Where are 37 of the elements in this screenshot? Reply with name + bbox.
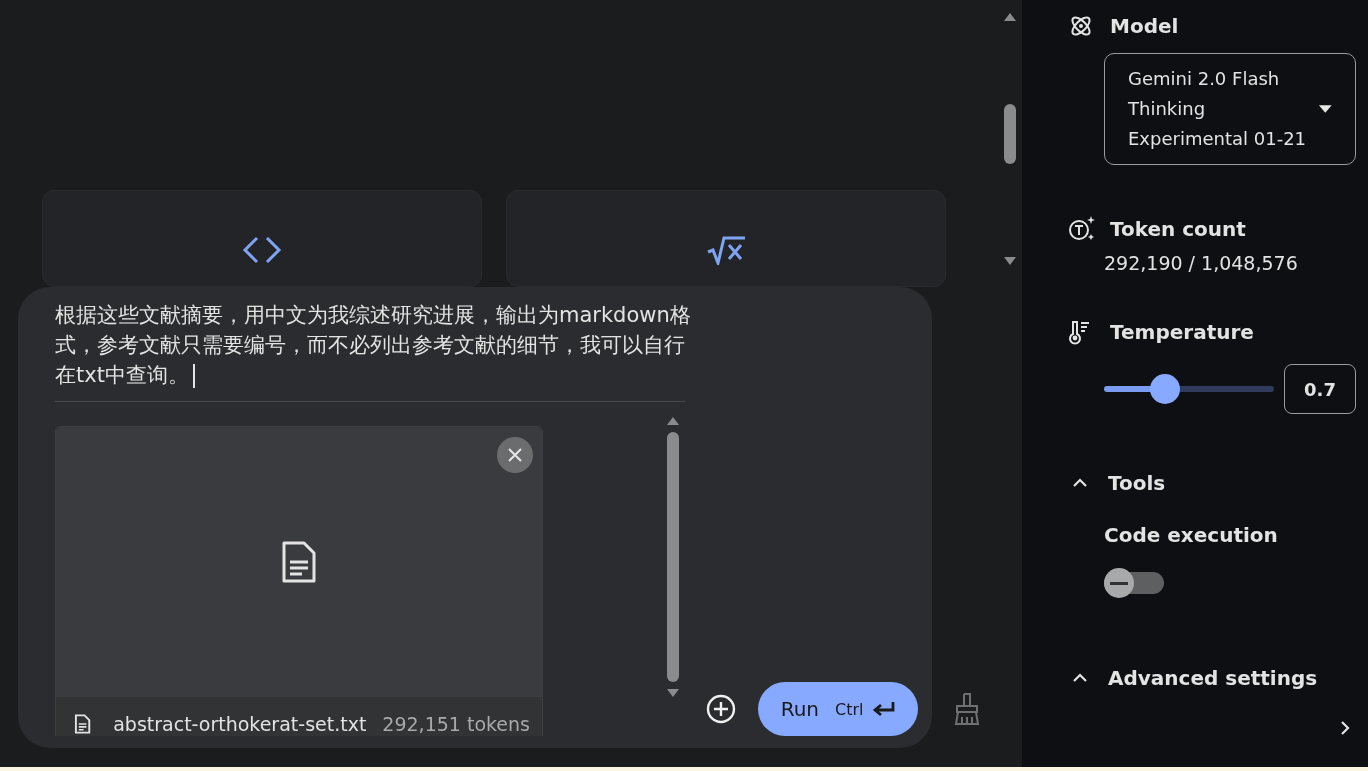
token-count: 292,151 tokens xyxy=(382,713,530,735)
scrollbar-thumb[interactable] xyxy=(667,432,680,682)
atom-icon xyxy=(1068,13,1094,39)
run-button[interactable]: Run Ctrl xyxy=(758,682,918,736)
scroll-up-icon[interactable] xyxy=(666,416,681,426)
model-dropdown[interactable]: Gemini 2.0 Flash Thinking Experimental 01-21 xyxy=(1104,53,1356,165)
temperature-slider[interactable] xyxy=(1104,374,1274,404)
document-icon xyxy=(281,540,317,584)
advanced-settings-toggle[interactable]: Advanced settings xyxy=(1068,664,1318,692)
prompt-input[interactable]: 根据这些文献摘要，用中文为我综述研究进展，输出为markdown格式，参考文献只需要编号，而不必列出参考文献的细节，我可以自行在txt中查询。 xyxy=(55,300,695,390)
close-button[interactable] xyxy=(497,437,533,473)
chevron-icon xyxy=(1072,673,1088,683)
file-name: abstract-orthokerat-set.txt xyxy=(113,713,367,735)
document-icon xyxy=(74,713,92,735)
token-count: 292,190 / 1,048,576 xyxy=(1104,252,1299,274)
section-title: Model xyxy=(1110,14,1179,38)
attachment-card[interactable]: abstract-orthokerat-set.txt 292,151 tokens xyxy=(55,426,543,736)
dropdown-arrow-icon xyxy=(1318,104,1333,114)
enter-key-icon xyxy=(871,700,896,718)
section-title: Temperature xyxy=(1110,320,1254,344)
scroll-up-icon[interactable] xyxy=(1003,12,1017,22)
add-icon[interactable] xyxy=(706,694,737,724)
scrollbar-thumb[interactable] xyxy=(1004,104,1016,164)
token-icon xyxy=(1068,215,1096,243)
section-title: Token count xyxy=(1110,217,1246,241)
chevron-icon xyxy=(1072,478,1088,488)
scroll-down-icon[interactable] xyxy=(666,688,681,698)
slider-handle[interactable] xyxy=(1149,374,1180,404)
tool-label: Code execution xyxy=(1104,523,1279,547)
square-root-icon xyxy=(706,235,746,265)
tools-toggle[interactable]: Tools xyxy=(1068,469,1166,497)
broom-icon[interactable] xyxy=(953,692,981,726)
code-icon xyxy=(242,235,282,265)
close-icon xyxy=(507,447,523,463)
temperature-field[interactable]: 0.7 xyxy=(1284,364,1356,414)
scroll-down-icon[interactable] xyxy=(1003,256,1017,266)
chevron-right-icon[interactable] xyxy=(1340,720,1350,736)
